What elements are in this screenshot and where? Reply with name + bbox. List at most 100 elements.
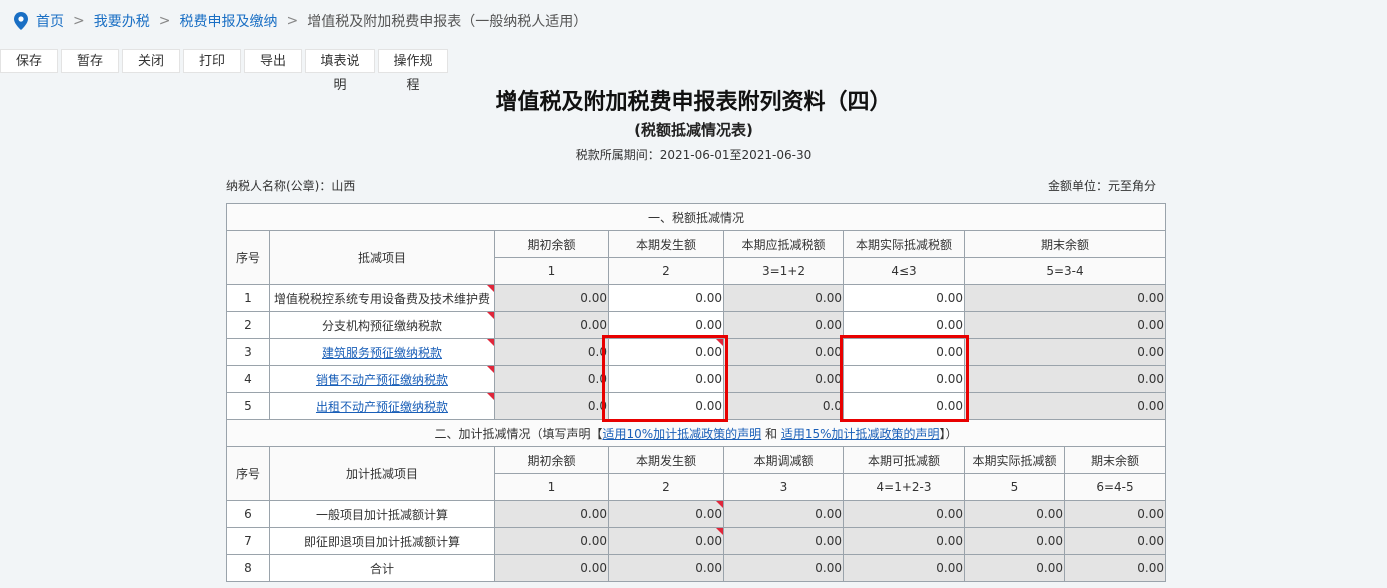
col-code: 6=4-5 [1063, 473, 1167, 501]
col-header: 本期发生额 [608, 230, 724, 258]
section1-title: 一、税额抵减情况 [225, 203, 1167, 231]
amount-unit: 金额单位：元至角分 [1048, 179, 1157, 193]
value-cell: 0.00 [964, 500, 1065, 528]
col-header: 本期发生额 [608, 446, 724, 474]
property-rent-prepaid-link[interactable]: 出租不动产预征缴纳税款 [316, 400, 448, 414]
col-header: 本期调减额 [723, 446, 844, 474]
col-item-header: 加计抵减项目 [269, 446, 495, 501]
current-amount-input[interactable]: 0.00 [608, 311, 724, 339]
col-code: 2 [608, 257, 724, 285]
col-code: 5 [964, 473, 1065, 501]
row-seq: 6 [226, 500, 270, 528]
opening-balance-cell: 0.00 [494, 311, 609, 339]
toolbar: 保存 暂存 关闭 打印 导出 填表说明 操作规程 [0, 49, 451, 93]
breadcrumb-separator: > [73, 13, 85, 29]
value-cell: 0.00 [494, 527, 609, 555]
opening-balance-cell: 0.0 [494, 338, 609, 366]
value-cell: 0.00 [723, 554, 844, 582]
construction-prepaid-link[interactable]: 建筑服务预征缴纳税款 [322, 346, 442, 360]
page-title: 增值税及附加税费申报表附列资料（四） [495, 90, 892, 115]
breadcrumb-home-link[interactable]: 首页 [36, 11, 64, 31]
value-cell: 0.00 [608, 527, 724, 555]
opening-balance-cell: 0.0 [494, 392, 609, 420]
deduction-table: 一、税额抵减情况 序号 抵减项目 期初余额 本期发生额 本期应抵减税额 本期实际… [225, 203, 1167, 582]
value-cell: 0.00 [608, 554, 724, 582]
current-amount-input[interactable]: 0.00 [608, 338, 724, 366]
col-code: 1 [494, 257, 609, 285]
value-cell: 0.00 [494, 500, 609, 528]
section2-title: 二、加计抵减情况（填写声明【适用10%加计抵减政策的声明 和 适用15%加计抵减… [225, 419, 1167, 447]
value-cell: 0.00 [723, 527, 844, 555]
actual-deduction-input[interactable]: 0.00 [843, 338, 965, 366]
row-item-label: 建筑服务预征缴纳税款 [269, 338, 495, 366]
breadcrumb-separator: > [286, 13, 299, 29]
save-button[interactable]: 保存 [0, 49, 58, 73]
closing-balance-cell: 0.00 [963, 392, 1167, 420]
note-marker-icon [716, 528, 723, 535]
row-seq: 2 [226, 311, 270, 339]
note-marker-icon [487, 393, 494, 400]
col-header: 本期实际抵减额 [964, 446, 1065, 474]
actual-deduction-input[interactable]: 0.00 [843, 392, 965, 420]
tax-period: 税款所属期间：2021-06-01至2021-06-30 [575, 148, 812, 162]
row-seq: 5 [226, 392, 270, 420]
property-sale-prepaid-link[interactable]: 销售不动产预征缴纳税款 [316, 373, 448, 387]
note-marker-icon [487, 312, 494, 319]
col-code: 3 [723, 473, 844, 501]
current-amount-input[interactable]: 0.00 [608, 365, 724, 393]
col-seq-header: 序号 [226, 230, 270, 285]
row-item-label: 合计 [269, 554, 495, 582]
location-pin-icon [14, 12, 28, 30]
value-cell: 0.00 [964, 527, 1065, 555]
actual-deduction-input[interactable]: 0.00 [843, 311, 965, 339]
actual-deduction-input[interactable]: 0.00 [843, 365, 965, 393]
closing-balance-cell: 0.00 [963, 365, 1167, 393]
fill-instructions-button[interactable]: 填表说明 [305, 49, 375, 93]
col-header: 期末余额 [1063, 446, 1167, 474]
breadcrumb-separator: > [158, 13, 171, 29]
row-item-label: 即征即退项目加计抵减额计算 [269, 527, 495, 555]
col-code: 4=1+2-3 [843, 473, 965, 501]
note-marker-icon [487, 366, 494, 373]
row-item-label: 分支机构预征缴纳税款 [269, 311, 495, 339]
table-row: 4 销售不动产预征缴纳税款 0.0 0.00 0.00 0.00 0.00 [226, 365, 1167, 393]
col-item-header: 抵减项目 [269, 230, 495, 285]
policy-15-declaration-link[interactable]: 适用15%加计抵减政策的声明 [781, 427, 940, 441]
value-cell: 0.00 [1063, 500, 1167, 528]
export-button[interactable]: 导出 [244, 49, 302, 73]
value-cell: 0.00 [964, 554, 1065, 582]
row-item-label: 增值税税控系统专用设备费及技术维护费 [269, 284, 495, 312]
table-row: 7 即征即退项目加计抵减额计算 0.00 0.00 0.00 0.00 0.00… [226, 527, 1167, 555]
row-seq: 1 [226, 284, 270, 312]
current-amount-input[interactable]: 0.00 [608, 392, 724, 420]
current-amount-input[interactable]: 0.00 [608, 284, 724, 312]
col-code: 4≤3 [843, 257, 965, 285]
value-cell: 0.00 [608, 500, 724, 528]
operation-rules-button[interactable]: 操作规程 [378, 49, 448, 93]
row-seq: 7 [226, 527, 270, 555]
row-item-label: 一般项目加计抵减额计算 [269, 500, 495, 528]
col-code: 5=3-4 [963, 257, 1167, 285]
taxpayer-name: 纳税人名称(公章)：山西 [226, 179, 356, 193]
note-marker-icon [716, 339, 723, 346]
col-header: 本期应抵减税额 [723, 230, 844, 258]
policy-10-declaration-link[interactable]: 适用10%加计抵减政策的声明 [602, 427, 761, 441]
col-code: 2 [608, 473, 724, 501]
opening-balance-cell: 0.0 [494, 365, 609, 393]
row-seq: 3 [226, 338, 270, 366]
value-cell: 0.00 [494, 554, 609, 582]
breadcrumb-tax-services-link[interactable]: 我要办税 [94, 11, 150, 31]
col-seq-header: 序号 [226, 446, 270, 501]
closing-balance-cell: 0.00 [963, 338, 1167, 366]
print-button[interactable]: 打印 [183, 49, 241, 73]
page-subtitle: (税额抵减情况表) [634, 121, 753, 139]
close-button[interactable]: 关闭 [122, 49, 180, 73]
row-seq: 8 [226, 554, 270, 582]
actual-deduction-input[interactable]: 0.00 [843, 284, 965, 312]
value-cell: 0.00 [1063, 527, 1167, 555]
note-marker-icon [487, 339, 494, 346]
draft-save-button[interactable]: 暂存 [61, 49, 119, 73]
breadcrumb-declaration-link[interactable]: 税费申报及缴纳 [179, 11, 277, 31]
table-row: 1 增值税税控系统专用设备费及技术维护费 0.00 0.00 0.00 0.00… [226, 284, 1167, 312]
value-cell: 0.00 [843, 554, 965, 582]
